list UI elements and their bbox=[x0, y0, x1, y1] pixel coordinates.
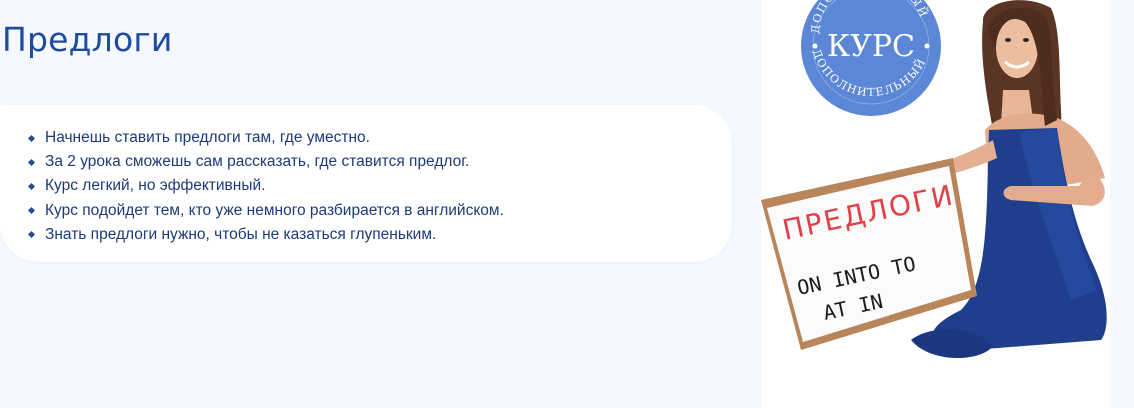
badge-dot-right bbox=[924, 43, 930, 49]
promo-panel: ПРЕДЛОГИ ON INTO TO AT IN ДОПОЛНИТЕЛЬНЫЙ… bbox=[761, 0, 1110, 408]
feature-text: Курс подойдет тем, кто уже немного разби… bbox=[45, 201, 504, 219]
diamond-bullet-icon bbox=[27, 207, 36, 215]
feature-text: Начнешь ставить предлоги там, где уместн… bbox=[45, 129, 370, 147]
diamond-bullet-icon bbox=[27, 182, 36, 191]
list-item: За 2 урока сможешь сам рассказать, где с… bbox=[26, 150, 732, 174]
badge-dot-left bbox=[812, 43, 818, 49]
features-card: Начнешь ставить предлоги там, где уместн… bbox=[0, 105, 732, 262]
feature-text: Курс легкий, но эффективный. bbox=[45, 177, 266, 195]
feature-text: За 2 урока сможешь сам рассказать, где с… bbox=[45, 153, 470, 171]
badge-title: КУРС bbox=[827, 29, 915, 64]
course-badge: ДОПОЛНИТЕЛЬНЫЙ ДОПОЛНИТЕЛЬНЫЙ КУРС bbox=[801, 0, 941, 116]
eye-right bbox=[1023, 38, 1029, 42]
feature-text: Знать предлоги нужно, чтобы не казаться … bbox=[45, 225, 437, 243]
list-item: Курс легкий, но эффективный. bbox=[26, 174, 732, 198]
list-item: Курс подойдет тем, кто уже немного разби… bbox=[26, 199, 732, 223]
eye-left bbox=[1005, 38, 1011, 42]
promo-illustration: ПРЕДЛОГИ ON INTO TO AT IN ДОПОЛНИТЕЛЬНЫЙ… bbox=[761, 0, 1107, 359]
diamond-bullet-icon bbox=[27, 158, 36, 166]
list-item: Знать предлоги нужно, чтобы не казаться … bbox=[26, 223, 732, 247]
diamond-bullet-icon bbox=[27, 134, 36, 142]
list-item: Начнешь ставить предлоги там, где уместн… bbox=[26, 126, 732, 150]
page-title: Предлоги bbox=[2, 20, 173, 59]
features-list: Начнешь ставить предлоги там, где уместн… bbox=[0, 105, 732, 247]
diamond-bullet-icon bbox=[27, 231, 36, 239]
